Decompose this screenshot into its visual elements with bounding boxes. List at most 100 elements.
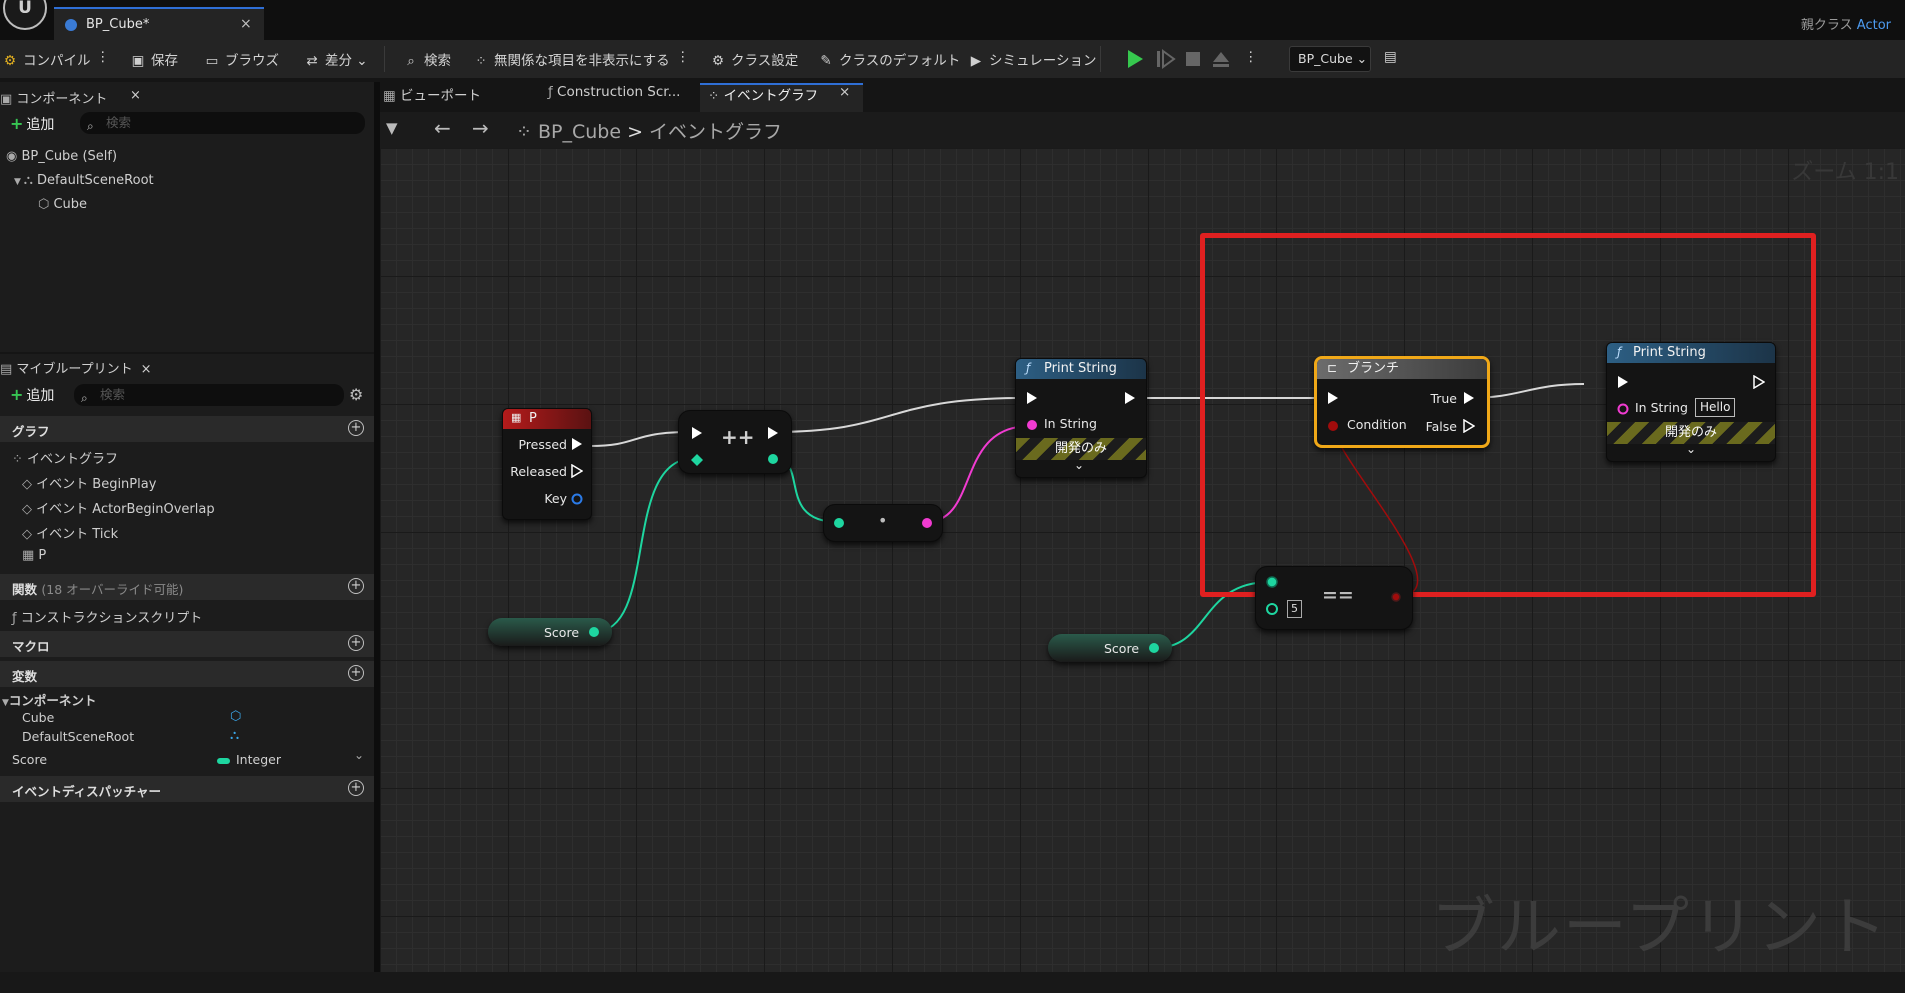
bookmark-icon[interactable]: ▼: [386, 119, 398, 137]
back-arrow-icon[interactable]: ←: [434, 116, 451, 140]
debug-object-select[interactable]: BP_Cube ⌄: [1289, 46, 1371, 72]
variable-type-score[interactable]: Integer: [236, 752, 281, 767]
string-pin-icon[interactable]: [1617, 403, 1629, 415]
chevron-down-icon[interactable]: ⌄: [1074, 458, 1084, 472]
close-panel-icon[interactable]: ×: [130, 88, 141, 103]
score-getter-node-2[interactable]: Score: [1048, 634, 1172, 662]
add-component-button[interactable]: + 追加: [10, 114, 54, 134]
close-panel-icon[interactable]: ×: [141, 362, 152, 377]
equals-value-input[interactable]: 5: [1287, 600, 1302, 618]
integer-pin-icon[interactable]: [1265, 602, 1279, 616]
exec-pin-icon[interactable]: [691, 426, 703, 440]
class-defaults-button[interactable]: ✎ クラスのデフォルト: [818, 49, 960, 69]
event-item-begin-overlap[interactable]: ◇ イベント ActorBeginOverlap: [22, 498, 215, 517]
diff-button[interactable]: ⇄ 差分 ⌄: [304, 49, 367, 69]
integer-pin-icon[interactable]: [1148, 642, 1160, 654]
parent-class-value[interactable]: Actor: [1857, 18, 1891, 33]
exec-pin-icon[interactable]: [1463, 391, 1475, 405]
components-tab[interactable]: ▣ コンポーネント: [0, 88, 107, 107]
variable-item-default-scene-root[interactable]: DefaultSceneRoot: [22, 729, 134, 744]
hide-unrelated-button[interactable]: ⁘ 無関係な項目を非表示にする: [473, 49, 669, 69]
tree-item-default-scene-root[interactable]: ▼ ⛬ DefaultSceneRoot: [14, 173, 154, 188]
breadcrumb-blueprint[interactable]: BP_Cube: [538, 121, 621, 143]
my-blueprint-search-input[interactable]: ⌕ 検索: [74, 384, 344, 406]
section-graphs[interactable]: グラフ +: [0, 416, 374, 442]
event-item-begin-play[interactable]: ◇ イベント BeginPlay: [22, 473, 156, 492]
my-blueprint-tab[interactable]: ▤ マイブループリント ×: [0, 358, 152, 377]
settings-gear-icon[interactable]: ⚙: [349, 385, 363, 404]
save-button[interactable]: ▣ 保存: [130, 49, 178, 69]
exec-pin-icon[interactable]: [571, 464, 583, 478]
chevron-down-icon[interactable]: ⌄: [354, 748, 364, 762]
exec-pin-icon[interactable]: [1617, 375, 1629, 389]
close-tab-icon[interactable]: ×: [240, 16, 252, 32]
branch-node[interactable]: ブランチ ⊏ True Condition False: [1314, 356, 1490, 448]
exec-pin-icon[interactable]: [1026, 391, 1038, 405]
integer-pin-icon[interactable]: [588, 626, 600, 638]
components-search-input[interactable]: ⌕ 検索: [80, 112, 365, 134]
step-icon[interactable]: [1154, 48, 1176, 70]
unreal-logo-icon[interactable]: U: [3, 0, 47, 30]
section-macros[interactable]: マクロ +: [0, 631, 374, 657]
tab-construction-script[interactable]: ƒ Construction Scr...: [548, 84, 680, 109]
function-item-construction-script[interactable]: ƒ コンストラクションスクリプト: [12, 607, 202, 626]
add-graph-icon[interactable]: +: [348, 420, 364, 436]
add-dispatcher-icon[interactable]: +: [348, 780, 364, 796]
compile-button[interactable]: ⚙ コンパイル: [2, 49, 91, 69]
eject-icon[interactable]: [1210, 48, 1232, 70]
bool-pin-icon[interactable]: [1327, 420, 1339, 432]
exec-pin-icon[interactable]: [1327, 391, 1339, 405]
integer-pin-icon[interactable]: [1265, 575, 1279, 589]
play-options-icon[interactable]: ⋮: [1244, 49, 1258, 69]
score-getter-node-1[interactable]: Score: [488, 618, 612, 646]
in-string-value-input[interactable]: Hello: [1695, 398, 1736, 417]
equals-node[interactable]: 5 ==: [1255, 566, 1413, 630]
tree-item-self[interactable]: ◉ BP_Cube (Self): [6, 149, 117, 164]
close-tab-icon[interactable]: ×: [839, 84, 850, 109]
compile-options-icon[interactable]: ⋮: [96, 49, 110, 69]
section-variables[interactable]: 変数 +: [0, 661, 374, 687]
simulation-button[interactable]: ▶ シミュレーション: [968, 49, 1097, 69]
graph-canvas[interactable]: ズーム 1:1 P ▦ Pressed Released Key ++ • Pr…: [380, 148, 1905, 972]
blueprint-document-tab[interactable]: BP_Cube* ×: [54, 7, 264, 40]
play-icon[interactable]: [1124, 48, 1146, 70]
section-dispatchers[interactable]: イベントディスパッチャー +: [0, 776, 374, 802]
tree-item-cube[interactable]: ⬡ Cube: [38, 197, 87, 212]
integer-pin-icon[interactable]: [833, 517, 845, 529]
exec-pin-icon[interactable]: [1124, 391, 1136, 405]
struct-pin-icon[interactable]: [571, 493, 583, 505]
print-string-node-2[interactable]: Print String ƒ In String Hello 開発のみ ⌄: [1606, 342, 1776, 462]
breadcrumb-graph[interactable]: イベントグラフ: [649, 121, 782, 143]
exec-pin-icon[interactable]: [1463, 419, 1475, 433]
forward-arrow-icon[interactable]: →: [472, 116, 489, 140]
increment-node[interactable]: ++: [678, 410, 792, 474]
add-function-icon[interactable]: +: [348, 578, 364, 594]
to-string-node[interactable]: •: [823, 504, 943, 542]
graph-item-event-graph[interactable]: ⁘ イベントグラフ: [12, 448, 118, 467]
debug-filter-icon[interactable]: ▤: [1384, 49, 1397, 69]
exec-pin-icon[interactable]: [767, 426, 779, 440]
variable-group-components[interactable]: ▼コンポーネント: [2, 690, 96, 709]
exec-pin-icon[interactable]: [1753, 375, 1765, 389]
chevron-down-icon[interactable]: ⌄: [1686, 442, 1696, 456]
search-button[interactable]: ⌕ 検索: [403, 49, 451, 69]
variable-item-score[interactable]: Score: [12, 752, 47, 767]
event-item-tick[interactable]: ◇ イベント Tick: [22, 523, 118, 542]
section-functions[interactable]: 関数 (18 オーバーライド可能) +: [0, 574, 374, 600]
integer-pin-icon[interactable]: [691, 454, 703, 466]
print-string-node-1[interactable]: Print String ƒ In String 開発のみ ⌄: [1015, 358, 1147, 478]
class-settings-button[interactable]: ⚙ クラス設定: [710, 49, 798, 69]
hide-options-icon[interactable]: ⋮: [676, 49, 690, 69]
string-pin-icon[interactable]: [1026, 419, 1038, 431]
event-item-p-key[interactable]: ▦ P: [22, 548, 46, 563]
exec-pin-icon[interactable]: [571, 437, 583, 451]
variable-item-cube[interactable]: Cube: [22, 710, 54, 725]
bool-pin-icon[interactable]: [1389, 590, 1403, 604]
key-p-event-node[interactable]: P ▦ Pressed Released Key: [502, 408, 592, 520]
tab-viewport[interactable]: ▦ ビューポート: [383, 84, 481, 109]
stop-icon[interactable]: [1182, 48, 1204, 70]
integer-pin-icon[interactable]: [767, 453, 779, 465]
add-macro-icon[interactable]: +: [348, 635, 364, 651]
add-member-button[interactable]: + 追加: [10, 385, 54, 405]
browse-button[interactable]: ▭ ブラウズ: [204, 49, 279, 69]
